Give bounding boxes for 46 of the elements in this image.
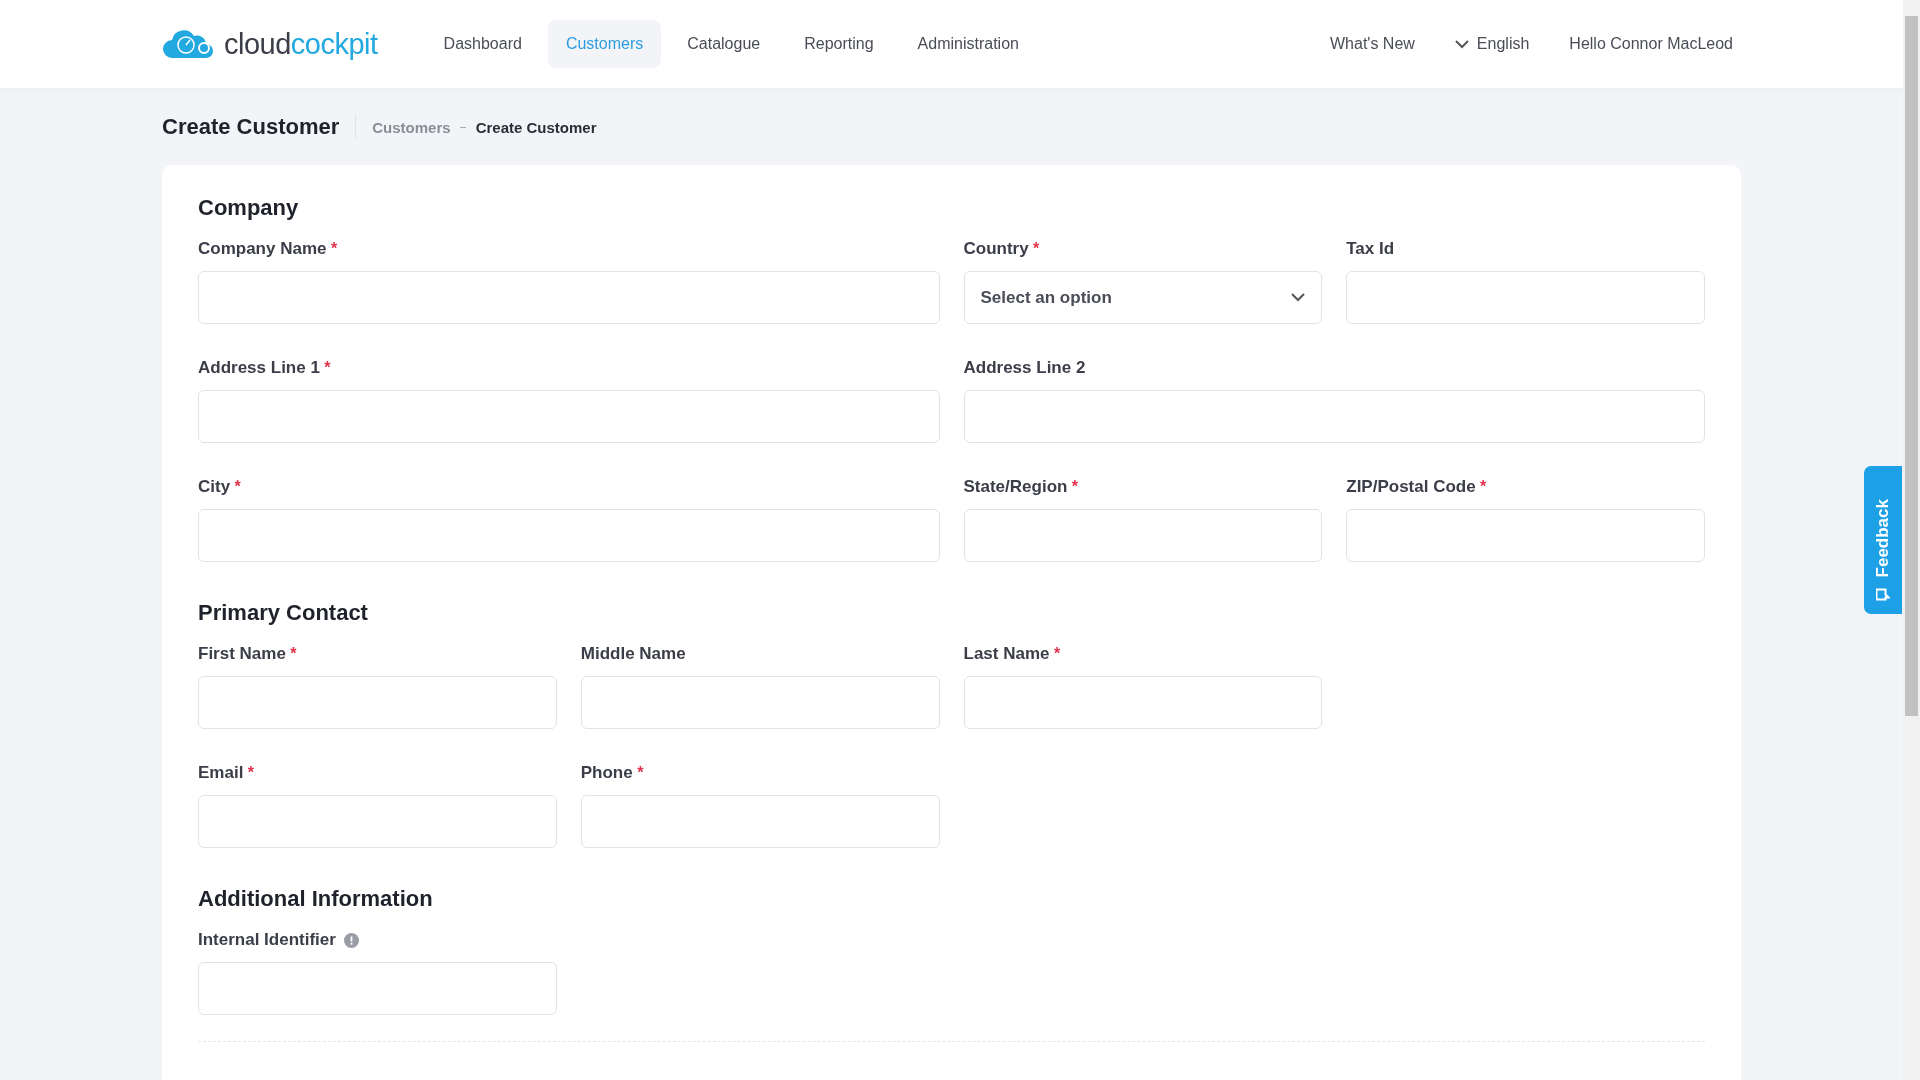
breadcrumb-item[interactable]: Create Customer [475, 118, 597, 136]
input-field[interactable] [198, 962, 557, 1015]
scrollbar[interactable] [1903, 0, 1920, 1080]
field-label: State/Region * [963, 477, 1079, 497]
language-select[interactable]: English [1454, 35, 1530, 53]
page-title: Create Customer [162, 114, 357, 140]
nav-tab[interactable]: Reporting [786, 20, 892, 68]
field-label: Phone * [580, 763, 644, 783]
section-title: Primary Contact [198, 600, 369, 626]
field-label: Email * [198, 763, 255, 783]
select-field[interactable]: Select an option [963, 271, 1323, 324]
comment-icon [1876, 587, 1890, 602]
field-label: Country * [963, 239, 1040, 259]
nav-tab[interactable]: Catalogue [669, 20, 779, 68]
input-field[interactable] [198, 509, 940, 562]
field-label: Address Line 1 * [198, 358, 331, 378]
field-label: City * [198, 477, 241, 497]
field-label: Company Name * [198, 239, 338, 259]
field-label: Middle Name [580, 644, 686, 664]
field-label: Last Name * [963, 644, 1061, 664]
nav-tab[interactable]: Administration [899, 20, 1037, 68]
input-field[interactable] [198, 271, 940, 324]
nav-tab[interactable]: Dashboard [425, 20, 540, 68]
input-field[interactable] [198, 795, 557, 848]
whats-new-link[interactable]: What's New [1330, 35, 1415, 53]
input-field[interactable] [1346, 271, 1705, 324]
input-field[interactable] [198, 676, 557, 729]
input-field[interactable] [963, 390, 1705, 443]
field-label: ZIP/Postal Code * [1346, 477, 1487, 497]
field-label: Internal Identifier [198, 930, 336, 950]
field-label: First Name * [198, 644, 297, 664]
input-field[interactable] [963, 509, 1323, 562]
field-label: Address Line 2 [963, 358, 1086, 378]
section-title: Company [198, 195, 300, 221]
field-label: Tax Id [1346, 239, 1395, 259]
section-title: Additional Information [198, 886, 434, 912]
chevron-down-icon [1454, 39, 1469, 49]
info-icon[interactable] [343, 932, 359, 948]
input-field[interactable] [963, 676, 1323, 729]
logo-wordmark: cloudcockpit [224, 27, 378, 61]
input-field[interactable] [1346, 509, 1705, 562]
input-field[interactable] [580, 676, 940, 729]
input-field[interactable] [198, 390, 940, 443]
user-greeting[interactable]: Hello Connor MacLeod [1569, 35, 1733, 53]
input-field[interactable] [580, 795, 940, 848]
chevron-down-icon [1291, 293, 1306, 302]
